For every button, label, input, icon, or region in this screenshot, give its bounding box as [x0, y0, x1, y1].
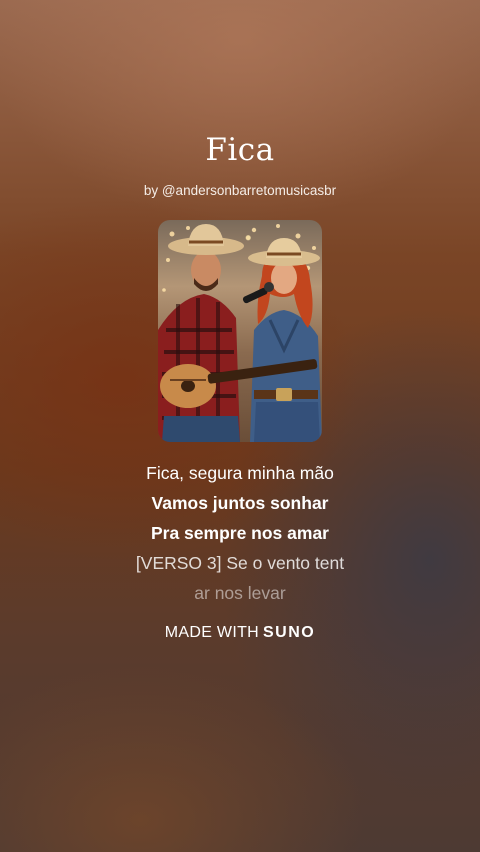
- lyric-line-next: [VERSO 3] Se o vento tent: [135, 553, 345, 573]
- made-with-label: MADE WITH: [164, 624, 259, 641]
- artist-byline[interactable]: by @andersonbarretomusicasbr: [0, 183, 480, 198]
- made-with-suno[interactable]: MADE WITH SUNO: [0, 624, 480, 642]
- suno-logo: SUNO: [263, 624, 316, 641]
- lyrics-panel: Fica, segura minha mão Vamos juntos sonh…: [0, 460, 480, 610]
- song-title: Fica: [205, 132, 275, 168]
- lyric-line-past: Fica, segura minha mão: [146, 463, 334, 483]
- lyric-line-active: Vamos juntos sonhar: [151, 493, 329, 513]
- lyric-line-active-2: Pra sempre nos amar: [150, 523, 329, 543]
- album-cover: [158, 220, 322, 442]
- lyric-line-upcoming: ar nos levar: [194, 583, 286, 603]
- cover-art-image: [158, 224, 322, 442]
